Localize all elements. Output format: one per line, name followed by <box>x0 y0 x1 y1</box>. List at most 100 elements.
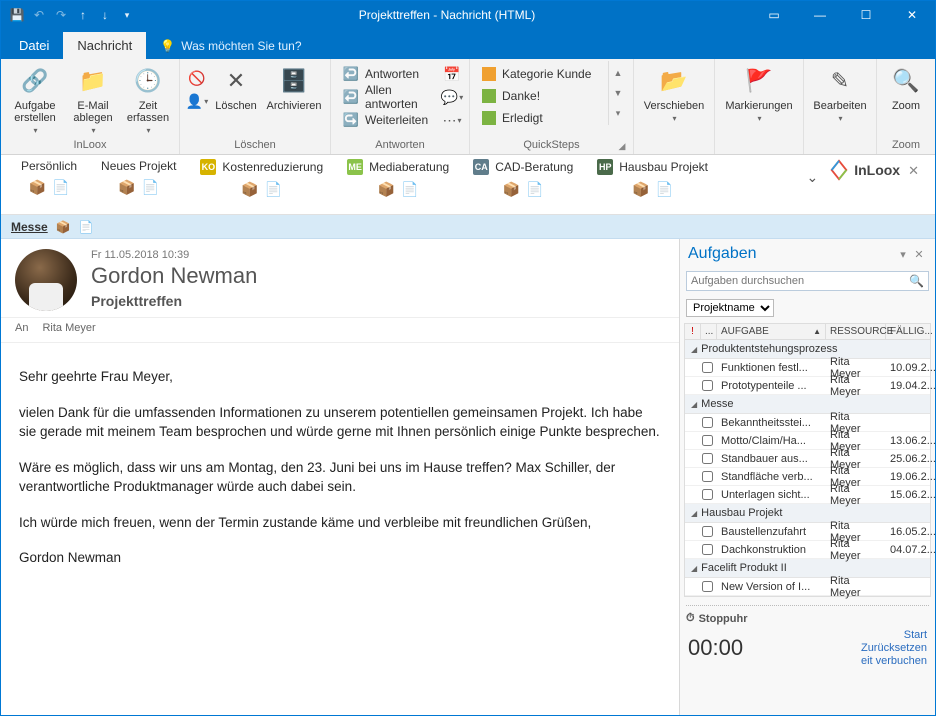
taskpane-close-icon[interactable]: ✕ <box>911 246 927 262</box>
task-grid: ! ... AUFGABE▲ RESSOURCE FÄLLIG... ◢Prod… <box>684 323 931 597</box>
task-group-header[interactable]: ◢Hausbau Projekt <box>685 504 930 523</box>
qat-dropdown-icon[interactable]: ▾ <box>119 7 135 23</box>
task-checkbox[interactable] <box>702 362 713 373</box>
window-controls: ▭ — ☐ ✕ <box>751 1 935 29</box>
col-due[interactable]: FÄLLIG... <box>886 324 930 339</box>
record-time-button[interactable]: 🕒 Zeit erfassen▾ <box>123 61 173 136</box>
more-respond-icon[interactable]: ⋯▾ <box>441 109 463 131</box>
task-checkbox[interactable] <box>702 489 713 500</box>
task-name: Bekanntheitsstei... <box>717 417 826 429</box>
task-row[interactable]: Bekanntheitsstei...Rita Meyer <box>685 414 930 432</box>
task-row[interactable]: Motto/Claim/Ha...Rita Meyer13.06.2... <box>685 432 930 450</box>
search-icon[interactable]: 🔍 <box>909 274 924 288</box>
tab-message[interactable]: Nachricht <box>63 32 146 59</box>
task-checkbox[interactable] <box>702 471 713 482</box>
task-name: Motto/Claim/Ha... <box>717 435 826 447</box>
reply-all-button[interactable]: ↩️Allen antworten <box>337 86 439 108</box>
project-personal[interactable]: Persönlich 📦📄 <box>9 159 89 196</box>
reply-button[interactable]: ↩️Antworten <box>337 63 439 85</box>
task-group-header[interactable]: ◢Messe <box>685 395 930 414</box>
project-badge: ME <box>347 159 363 175</box>
stopwatch-reset-link[interactable]: Zurücksetzen <box>861 642 927 654</box>
tab-file[interactable]: Datei <box>5 32 63 59</box>
body-paragraph: vielen Dank für die umfassenden Informat… <box>19 403 661 442</box>
breadcrumb-link[interactable]: Messe <box>11 220 48 234</box>
stopwatch-start-link[interactable]: Start <box>904 629 927 641</box>
meeting-icon[interactable]: 📅 <box>441 63 463 85</box>
clock-icon: 🕒 <box>132 65 164 97</box>
project-more-icon[interactable]: ⌄ <box>796 159 828 196</box>
taskpane-menu-icon[interactable]: ▾ <box>895 246 911 262</box>
task-group-header[interactable]: ◢Produktentstehungsprozess <box>685 340 930 359</box>
task-row[interactable]: Funktionen festl...Rita Meyer10.09.2... <box>685 359 930 377</box>
task-row[interactable]: BaustellenzufahrtRita Meyer16.05.2... <box>685 523 930 541</box>
task-filter-select[interactable]: Projektname <box>686 299 774 317</box>
task-row[interactable]: New Version of I...Rita Meyer <box>685 578 930 596</box>
tab-tellme[interactable]: 💡 Was möchten Sie tun? <box>146 33 315 59</box>
message-recipients: An Rita Meyer <box>1 318 679 343</box>
prev-item-icon[interactable]: ↑ <box>75 7 91 23</box>
file-email-button[interactable]: 📁 E-Mail ablegen▾ <box>65 61 121 136</box>
task-row[interactable]: Unterlagen sicht...Rita Meyer15.06.2... <box>685 486 930 504</box>
projectbar-close-icon[interactable]: ✕ <box>900 159 927 183</box>
task-checkbox[interactable] <box>702 581 713 592</box>
junk-icon[interactable]: 👤▾ <box>186 90 208 112</box>
create-task-button[interactable]: 🔗 Aufgabe erstellen▾ <box>7 61 63 136</box>
ribbon-display-icon[interactable]: ▭ <box>751 1 797 29</box>
doc-icon: 📄 <box>656 181 673 198</box>
im-icon[interactable]: 💬▾ <box>441 86 463 108</box>
quicksteps-up-icon[interactable]: ▲ <box>611 63 625 83</box>
next-item-icon[interactable]: ↓ <box>97 7 113 23</box>
undo-icon[interactable]: ↶ <box>31 7 47 23</box>
quickstep-item[interactable]: Kategorie Kunde <box>476 63 606 85</box>
move-button[interactable]: 📂 Verschieben▾ <box>640 61 708 124</box>
task-checkbox[interactable] <box>702 544 713 555</box>
collapse-icon: ◢ <box>691 345 697 354</box>
task-row[interactable]: Standbauer aus...Rita Meyer25.06.2... <box>685 450 930 468</box>
quickstep-item[interactable]: Danke! <box>476 85 606 107</box>
project-media[interactable]: MEMediaberatung 📦📄 <box>335 159 461 198</box>
label: Bearbeiten <box>813 100 866 112</box>
col-attach[interactable]: ... <box>701 324 717 339</box>
task-checkbox[interactable] <box>702 380 713 391</box>
delete-button[interactable]: ✕ Löschen <box>210 61 262 112</box>
quicksteps-expand-icon[interactable]: ▾ <box>611 103 625 123</box>
task-group-header[interactable]: ◢Facelift Produkt II <box>685 559 930 578</box>
task-checkbox[interactable] <box>702 417 713 428</box>
ignore-icon[interactable]: 🚫 <box>186 67 208 89</box>
project-hausbau[interactable]: HPHausbau Projekt 📦📄 <box>585 159 720 198</box>
task-checkbox[interactable] <box>702 526 713 537</box>
stopwatch-book-link[interactable]: eit verbuchen <box>861 655 927 667</box>
task-search[interactable]: 🔍 <box>686 271 929 291</box>
archive-button[interactable]: 🗄️ Archivieren <box>264 61 324 112</box>
redo-icon[interactable]: ↷ <box>53 7 69 23</box>
maximize-icon[interactable]: ☐ <box>843 1 889 29</box>
quickstep-item[interactable]: Erledigt <box>476 107 606 129</box>
task-search-input[interactable] <box>691 275 909 287</box>
task-checkbox[interactable] <box>702 453 713 464</box>
project-new[interactable]: Neues Projekt 📦📄 <box>89 159 188 196</box>
edit-button[interactable]: ✎ Bearbeiten▾ <box>810 61 870 124</box>
doc-icon: 📄 <box>52 179 69 196</box>
save-icon[interactable]: 💾 <box>9 7 25 23</box>
task-row[interactable]: Prototypenteile ...Rita Meyer19.04.2... <box>685 377 930 395</box>
col-task[interactable]: AUFGABE▲ <box>717 324 826 339</box>
edit-icon: ✎ <box>824 65 856 97</box>
close-icon[interactable]: ✕ <box>889 1 935 29</box>
label: Zeit erfassen <box>127 100 169 124</box>
dialog-launcher-icon[interactable]: ◢ <box>617 141 627 151</box>
quicksteps-down-icon[interactable]: ▼ <box>611 83 625 103</box>
task-row[interactable]: Standfläche verb...Rita Meyer19.06.2... <box>685 468 930 486</box>
ribbon-group-edit: ✎ Bearbeiten▾ <box>804 59 877 154</box>
col-flag[interactable]: ! <box>685 324 701 339</box>
task-checkbox[interactable] <box>702 435 713 446</box>
forward-button[interactable]: ↪️Weiterleiten <box>337 109 439 131</box>
project-cad[interactable]: CACAD-Beratung 📦📄 <box>461 159 585 198</box>
col-resource[interactable]: RESSOURCE <box>826 324 886 339</box>
zoom-button[interactable]: 🔍 Zoom <box>883 61 929 112</box>
project-kosten[interactable]: KOKostenreduzierung 📦📄 <box>188 159 335 198</box>
task-row[interactable]: DachkonstruktionRita Meyer04.07.2... <box>685 541 930 559</box>
doc-icon: 📄 <box>265 181 282 198</box>
minimize-icon[interactable]: — <box>797 1 843 29</box>
tags-button[interactable]: 🚩 Markierungen▾ <box>721 61 797 124</box>
